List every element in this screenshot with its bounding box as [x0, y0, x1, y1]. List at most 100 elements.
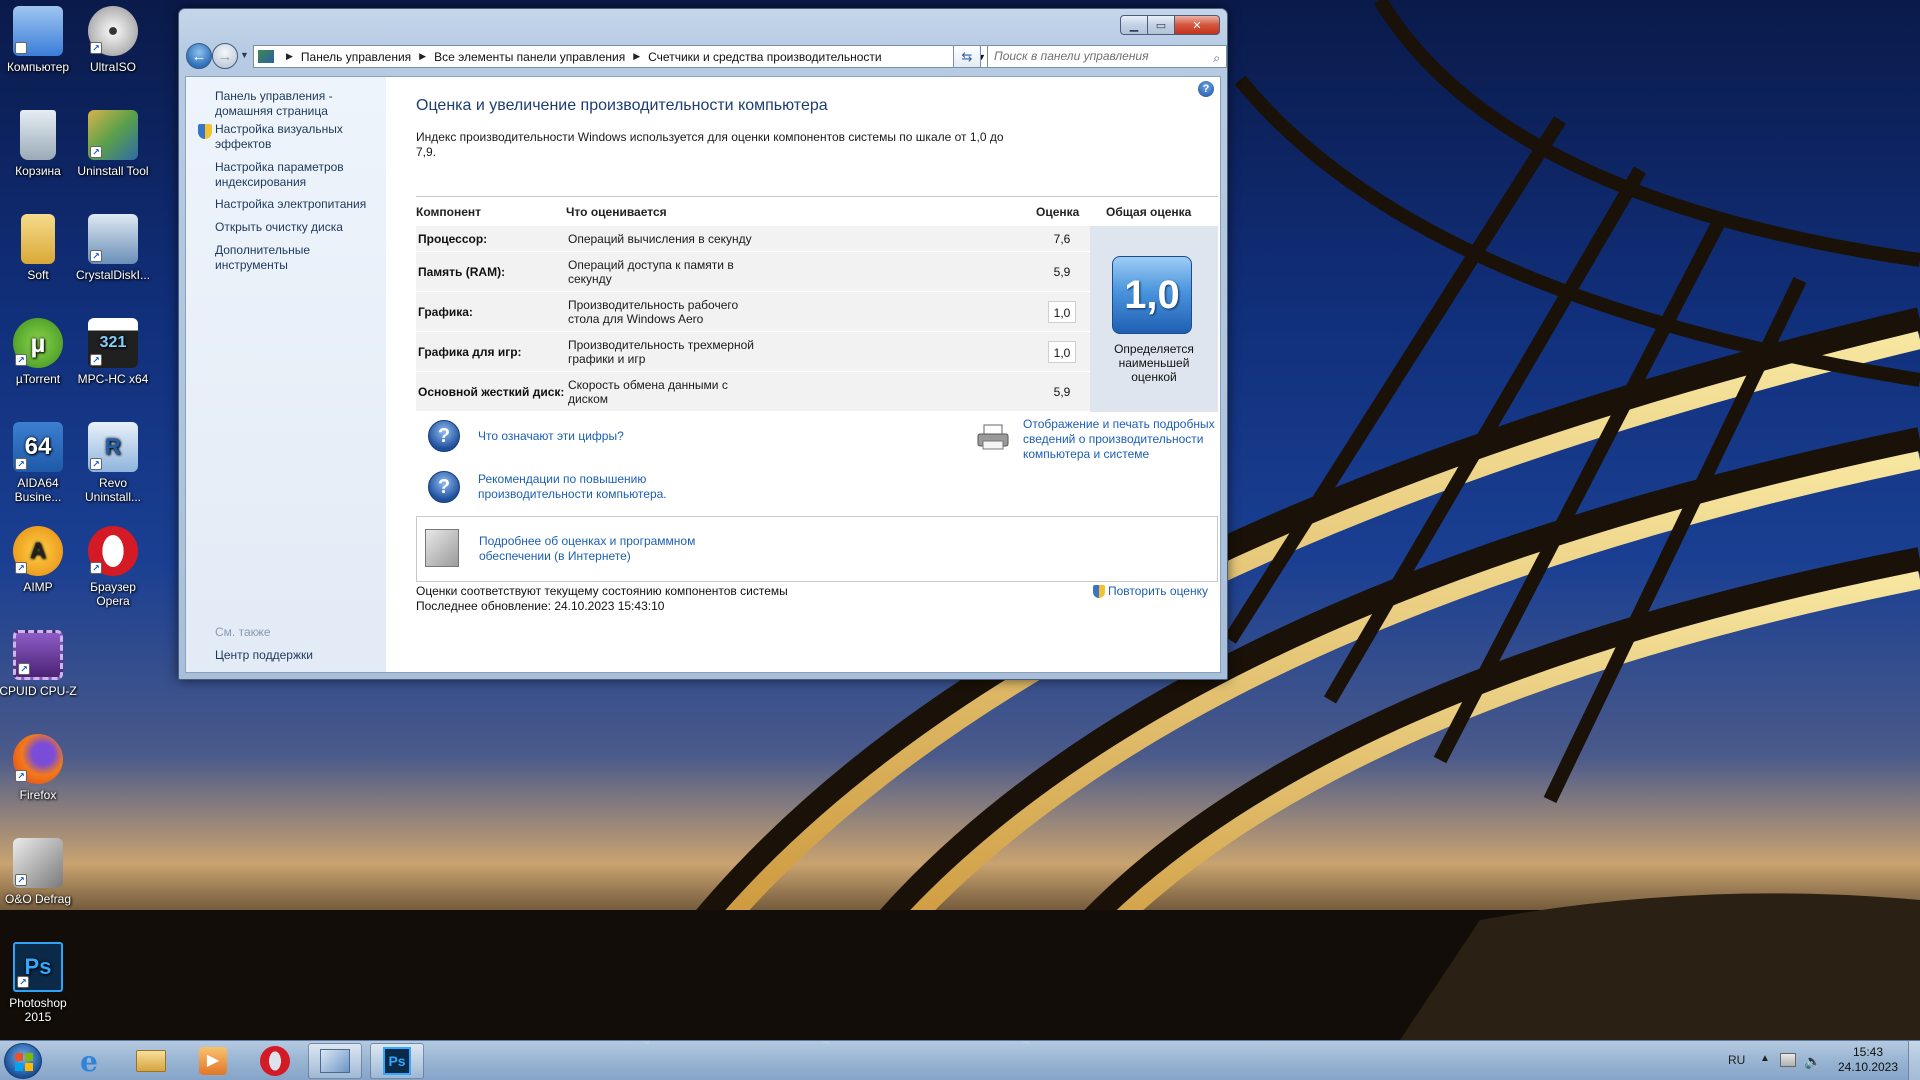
- component-score: 5,9: [1053, 265, 1071, 279]
- control-panel-icon: [258, 50, 274, 63]
- start-button[interactable]: [4, 1043, 42, 1079]
- taskbar-explorer[interactable]: [124, 1043, 178, 1079]
- tray-expand-icon[interactable]: ▲: [1760, 1053, 1770, 1064]
- show-desktop-button[interactable]: [1908, 1041, 1920, 1080]
- opera-icon: [260, 1046, 290, 1076]
- desktop-icon-label: AIMP: [23, 580, 53, 594]
- minimize-button[interactable]: ▁: [1120, 15, 1148, 35]
- score-table: Компонент Что оценивается Оценка Общая о…: [416, 196, 1218, 412]
- window-content: Панель управления - домашняя страница На…: [185, 76, 1221, 673]
- desktop-icon-label: MPC-HC x64: [77, 372, 149, 386]
- sidebar: Панель управления - домашняя страница На…: [186, 77, 386, 672]
- link-what-numbers-mean[interactable]: Что означают эти цифры?: [478, 429, 624, 444]
- desktop-icon-utorrent[interactable]: µ ↗ µTorrent: [0, 318, 78, 386]
- desktop-icon-defrag[interactable]: ↗ O&O Defrag: [0, 838, 78, 906]
- breadcrumb-item[interactable]: Панель управления: [301, 50, 411, 64]
- table-row: Графика для игр: Производительность трех…: [416, 332, 1090, 372]
- component-description: Скорость обмена данными с диском: [568, 378, 728, 406]
- maximize-button[interactable]: ▭: [1147, 15, 1175, 35]
- desktop-icon-aimp[interactable]: A ↗ AIMP: [0, 526, 78, 594]
- shield-icon: [198, 124, 212, 139]
- sidebar-link-home[interactable]: Панель управления - домашняя страница: [215, 89, 380, 119]
- desktop-icon-recycle-bin[interactable]: Корзина: [0, 110, 78, 178]
- desktop-icon-label: Браузер Opera: [90, 580, 136, 608]
- taskbar-photoshop[interactable]: Ps: [370, 1043, 424, 1079]
- rerun-assessment-link[interactable]: Повторить оценку: [1092, 584, 1208, 598]
- desktop-icon-label: Компьютер: [6, 60, 70, 74]
- refresh-button[interactable]: ⇆: [953, 45, 981, 68]
- main-panel: Оценка и увеличение производительности к…: [416, 77, 1220, 672]
- table-row: Процессор: Операций вычисления в секунду…: [416, 226, 1090, 252]
- last-update: Последнее обновление: 24.10.2023 15:43:1…: [416, 599, 665, 613]
- desktop-icon-firefox[interactable]: ↗ Firefox: [0, 734, 78, 802]
- media-player-icon: ▶: [199, 1047, 227, 1075]
- sidebar-link-power[interactable]: Настройка электропитания: [215, 197, 380, 212]
- search-input[interactable]: Поиск в панели управления ⌕: [987, 45, 1227, 68]
- volume-icon[interactable]: 🔈: [1804, 1053, 1821, 1069]
- table-row: Графика: Производительность рабочего сто…: [416, 292, 1090, 332]
- utorrent-icon: µ ↗: [13, 318, 63, 368]
- desktop-icon-soft[interactable]: Soft: [0, 214, 78, 282]
- status-line: Оценки соответствуют текущему состоянию …: [416, 584, 788, 598]
- breadcrumb-separator-icon[interactable]: ▶: [633, 51, 640, 62]
- forward-button[interactable]: →: [212, 43, 238, 69]
- taskbar-opera[interactable]: [248, 1043, 302, 1079]
- desktop-icon-mpc-hc[interactable]: 321 ↗ MPC-HC x64: [73, 318, 153, 386]
- desktop-icon-computer[interactable]: Компьютер: [0, 6, 78, 74]
- breadcrumb-item[interactable]: Счетчики и средства производительности: [648, 50, 881, 64]
- breadcrumb-item[interactable]: Все элементы панели управления: [434, 50, 625, 64]
- sidebar-link-visual-effects[interactable]: Настройка визуальных эффектов: [215, 122, 380, 152]
- close-button[interactable]: ✕: [1174, 15, 1220, 35]
- defrag-icon: ↗: [13, 838, 63, 888]
- clock-time: 15:43: [1852, 1045, 1884, 1059]
- book-icon: [425, 529, 459, 567]
- sidebar-link-advanced-tools[interactable]: Дополнительные инструменты: [215, 243, 325, 273]
- breadcrumb-separator-icon[interactable]: ▶: [419, 51, 426, 62]
- desktop-icon-crystaldisk[interactable]: ↗ CrystalDiskI...: [73, 214, 153, 282]
- search-placeholder: Поиск в панели управления: [994, 49, 1149, 63]
- base-score-caption: Определяется наименьшей оценкой: [1114, 342, 1194, 384]
- breadcrumb-separator-icon: ▶: [286, 51, 293, 61]
- intro-text: Индекс производительности Windows исполь…: [416, 130, 1004, 159]
- desktop-icon-cpu-z[interactable]: ↗ CPUID CPU-Z: [0, 630, 78, 698]
- link-print-details[interactable]: Отображение и печать подробных сведений …: [1023, 417, 1223, 462]
- folder-icon: [21, 214, 55, 264]
- internet-explorer-icon: e: [80, 1044, 98, 1078]
- desktop-icon-label: UltraISO: [89, 60, 136, 74]
- revo-icon: R ↗: [88, 422, 138, 472]
- column-header: Компонент: [416, 205, 481, 219]
- sidebar-link-indexing[interactable]: Настройка параметров индексирования: [215, 160, 380, 190]
- desktop-icon-label: CPUID CPU-Z: [0, 684, 77, 698]
- desktop-icon-label: µTorrent: [15, 372, 61, 386]
- link-performance-tips[interactable]: Рекомендации по повышению производительн…: [478, 472, 688, 502]
- sidebar-link-support-center[interactable]: Центр поддержки: [215, 648, 313, 662]
- taskbar-media-player[interactable]: ▶: [186, 1043, 240, 1079]
- clock[interactable]: 15:43 24.10.2023: [1836, 1045, 1900, 1075]
- desktop-icon-photoshop[interactable]: Ps ↗ Photoshop 2015: [0, 942, 78, 1024]
- firefox-icon: ↗: [13, 734, 63, 784]
- printer-icon: [977, 424, 1009, 450]
- desktop-icon-label: O&O Defrag: [4, 892, 72, 906]
- search-icon[interactable]: ⌕: [1213, 48, 1220, 69]
- action-center-icon[interactable]: [1780, 1053, 1796, 1067]
- desktop-icon-revo[interactable]: R ↗ Revo Uninstall...: [73, 422, 153, 504]
- caption-buttons: ▁ ▭ ✕: [1120, 15, 1220, 35]
- history-dropdown-icon[interactable]: ▼: [240, 50, 249, 60]
- address-bar[interactable]: ▶ Панель управления ▶ Все элементы панел…: [253, 45, 993, 68]
- table-row: Основной жесткий диск: Скорость обмена д…: [416, 372, 1090, 412]
- taskbar-control-panel[interactable]: [308, 1043, 362, 1079]
- component-name: Графика:: [418, 305, 473, 319]
- component-description: Производительность рабочего стола для Wi…: [568, 298, 739, 326]
- taskbar-internet-explorer[interactable]: e: [62, 1043, 116, 1079]
- component-score: 5,9: [1053, 385, 1071, 399]
- desktop-icon-aida64[interactable]: 64 ↗ AIDA64 Busine...: [0, 422, 78, 504]
- desktop-icon-opera[interactable]: ↗ Браузер Opera: [73, 526, 153, 608]
- sidebar-link-disk-cleanup[interactable]: Открыть очистку диска: [215, 220, 380, 235]
- language-indicator[interactable]: RU: [1728, 1053, 1745, 1067]
- desktop-icon-ultraiso[interactable]: ↗ UltraISO: [73, 6, 153, 74]
- link-online-info[interactable]: Подробнее об оценках и программном обесп…: [479, 534, 709, 564]
- back-button[interactable]: ←: [186, 43, 212, 69]
- refresh-icon: ⇆: [961, 48, 973, 64]
- desktop-icon-uninstall-tool[interactable]: ↗ Uninstall Tool: [73, 110, 153, 178]
- cpu-z-icon: ↗: [13, 630, 63, 680]
